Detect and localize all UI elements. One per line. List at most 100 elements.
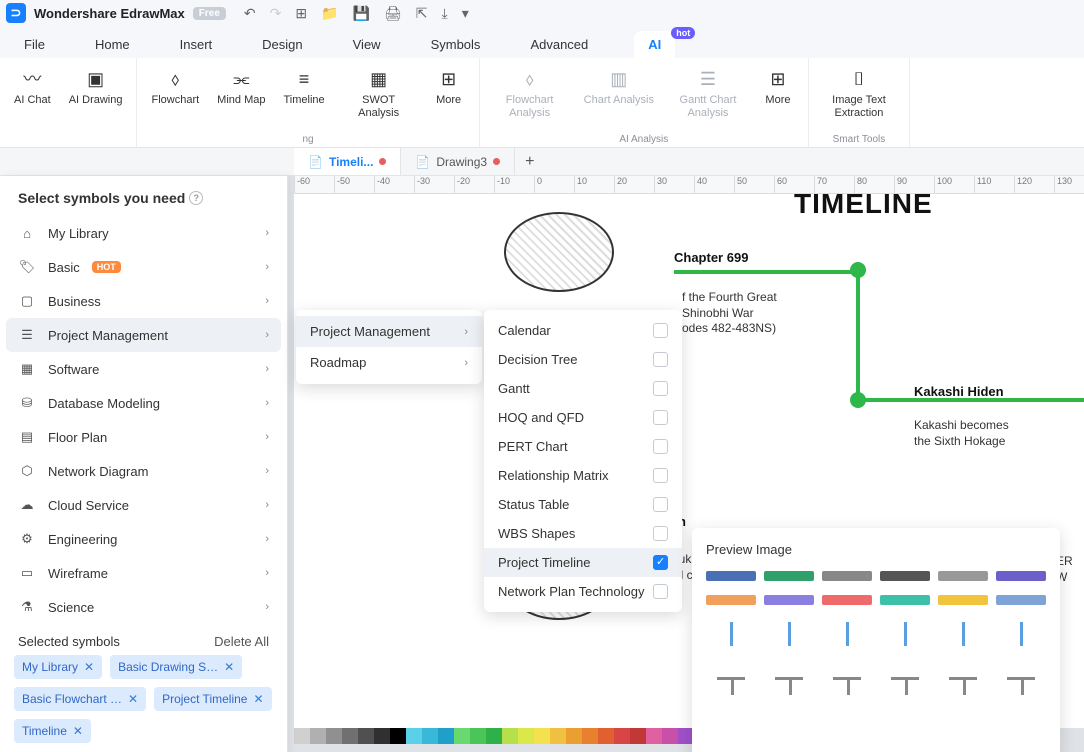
qat-more-icon[interactable]: ▾ <box>462 5 469 22</box>
ai-chat-button[interactable]: 〰AI Chat <box>8 64 57 111</box>
close-icon[interactable]: ✕ <box>73 724 83 738</box>
checkbox[interactable] <box>653 497 668 512</box>
category-cloud-service[interactable]: ☁Cloud Service› <box>0 488 287 522</box>
palette-color[interactable] <box>310 728 326 744</box>
preview-shape[interactable] <box>764 663 814 693</box>
ocr-button[interactable]: ⌷Image Text Extraction <box>817 64 901 123</box>
ai-drawing-button[interactable]: ▣AI Drawing <box>63 64 129 111</box>
close-icon[interactable]: ✕ <box>84 660 94 674</box>
new-icon[interactable]: ⊞ <box>295 5 307 22</box>
chip[interactable]: Project Timeline✕ <box>154 687 271 711</box>
checkbox[interactable] <box>653 468 668 483</box>
palette-color[interactable] <box>326 728 342 744</box>
preview-swatch[interactable] <box>822 571 872 581</box>
palette-color[interactable] <box>406 728 422 744</box>
palette-color[interactable] <box>582 728 598 744</box>
delete-all-button[interactable]: Delete All <box>214 634 269 649</box>
preview-shape[interactable] <box>706 619 756 649</box>
preview-swatch[interactable] <box>880 595 930 605</box>
symbol-type-item[interactable]: HOQ and QFD <box>484 403 682 432</box>
preview-shape[interactable] <box>706 663 756 693</box>
close-icon[interactable]: ✕ <box>224 660 234 674</box>
close-icon[interactable]: ✕ <box>128 692 138 706</box>
doc-tab-2[interactable]: 📄 Drawing3 <box>401 148 515 175</box>
undo-icon[interactable]: ↶ <box>244 5 256 22</box>
preview-swatch[interactable] <box>880 571 930 581</box>
swot-button[interactable]: ▦SWOT Analysis <box>337 64 421 123</box>
preview-swatch[interactable] <box>996 571 1046 581</box>
checkbox[interactable] <box>653 410 668 425</box>
palette-color[interactable] <box>614 728 630 744</box>
checkbox[interactable] <box>653 584 668 599</box>
symbol-type-item[interactable]: Calendar <box>484 316 682 345</box>
menu-design[interactable]: Design <box>258 31 306 58</box>
preview-swatch[interactable] <box>706 571 756 581</box>
category-network-diagram[interactable]: ⬡Network Diagram› <box>0 454 287 488</box>
preview-shape[interactable] <box>996 663 1046 693</box>
category-science[interactable]: ⚗Science› <box>0 590 287 624</box>
palette-color[interactable] <box>550 728 566 744</box>
chart-analysis-button[interactable]: ▥Chart Analysis <box>578 64 660 111</box>
flowchart-button[interactable]: ⬨Flowchart <box>145 64 205 111</box>
export-icon[interactable]: ⇱ <box>416 5 428 22</box>
preview-shape[interactable] <box>996 619 1046 649</box>
chip[interactable]: Timeline✕ <box>14 719 91 743</box>
open-icon[interactable]: 📁 <box>321 5 338 22</box>
more-analysis-button[interactable]: ⊞More <box>756 64 800 111</box>
chip[interactable]: Basic Drawing S…✕ <box>110 655 242 679</box>
preview-shape[interactable] <box>822 663 872 693</box>
submenu-item[interactable]: Roadmap› <box>296 347 482 378</box>
preview-swatch[interactable] <box>764 595 814 605</box>
preview-swatch[interactable] <box>822 595 872 605</box>
symbol-type-item[interactable]: Status Table <box>484 490 682 519</box>
category-my-library[interactable]: ⌂My Library› <box>0 216 287 250</box>
palette-color[interactable] <box>422 728 438 744</box>
preview-shape[interactable] <box>938 663 988 693</box>
menu-view[interactable]: View <box>349 31 385 58</box>
checkbox[interactable] <box>653 555 668 570</box>
more-button[interactable]: ⊞More <box>427 64 471 111</box>
submenu-item[interactable]: Project Management› <box>296 316 482 347</box>
symbol-type-item[interactable]: Network Plan Technology <box>484 577 682 606</box>
palette-color[interactable] <box>518 728 534 744</box>
checkbox[interactable] <box>653 526 668 541</box>
chip[interactable]: Basic Flowchart …✕ <box>14 687 146 711</box>
category-software[interactable]: ▦Software› <box>0 352 287 386</box>
redo-icon[interactable]: ↷ <box>270 5 282 22</box>
palette-color[interactable] <box>630 728 646 744</box>
preview-shape[interactable] <box>880 619 930 649</box>
timeline-button[interactable]: ≡Timeline <box>277 64 330 111</box>
palette-color[interactable] <box>358 728 374 744</box>
checkbox[interactable] <box>653 439 668 454</box>
preview-swatch[interactable] <box>764 571 814 581</box>
preview-swatch[interactable] <box>706 595 756 605</box>
palette-color[interactable] <box>294 728 310 744</box>
palette-color[interactable] <box>454 728 470 744</box>
menu-advanced[interactable]: Advanced <box>526 31 592 58</box>
palette-color[interactable] <box>502 728 518 744</box>
symbol-type-item[interactable]: Gantt <box>484 374 682 403</box>
help-icon[interactable]: ? <box>189 191 203 205</box>
doc-tab-1[interactable]: 📄 Timeli... <box>294 148 401 175</box>
print-icon[interactable]: 🖨 <box>384 5 402 22</box>
new-tab-button[interactable]: + <box>515 148 544 175</box>
palette-color[interactable] <box>438 728 454 744</box>
checkbox[interactable] <box>653 381 668 396</box>
checkbox[interactable] <box>653 352 668 367</box>
category-project-management[interactable]: ☰Project Management› <box>6 318 281 352</box>
flowchart-analysis-button[interactable]: ⬨Flowchart Analysis <box>488 64 572 123</box>
preview-shape[interactable] <box>938 619 988 649</box>
checkbox[interactable] <box>653 323 668 338</box>
preview-shape[interactable] <box>880 663 930 693</box>
palette-color[interactable] <box>342 728 358 744</box>
preview-swatch[interactable] <box>938 571 988 581</box>
share-icon[interactable]: ⤓ <box>441 5 447 22</box>
palette-color[interactable] <box>646 728 662 744</box>
palette-color[interactable] <box>390 728 406 744</box>
menu-file[interactable]: File <box>20 31 49 58</box>
palette-color[interactable] <box>598 728 614 744</box>
preview-swatch[interactable] <box>996 595 1046 605</box>
category-basic[interactable]: 🏷BasicHOT› <box>0 250 287 284</box>
preview-shape[interactable] <box>822 619 872 649</box>
palette-color[interactable] <box>470 728 486 744</box>
